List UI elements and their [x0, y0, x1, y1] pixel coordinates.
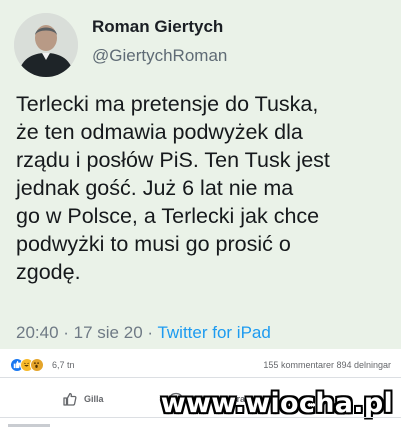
tweet-text-line: go w Polsce, a Terlecki jak chce	[16, 204, 320, 228]
comment-strip	[0, 417, 401, 427]
site-watermark: www.wiocha.pl	[160, 388, 393, 419]
reaction-count[interactable]: 6,7 tn	[52, 360, 75, 370]
tweet-text-line: Terlecki ma pretensje do Tuska,	[16, 92, 319, 116]
tweet-card: Roman Giertych @GiertychRoman Terlecki m…	[0, 0, 401, 349]
author-name[interactable]: Roman Giertych	[92, 17, 223, 37]
tweet-text-line: rządu i posłów PiS. Ten Tusk jest	[16, 148, 330, 172]
tweet-timestamp[interactable]: 20:40 · 17 sie 20 ·	[16, 323, 157, 342]
tweet-text-line: podwyżki to musi go prosić o	[16, 232, 291, 256]
like-button[interactable]: Gilla	[62, 389, 104, 409]
post-stats[interactable]: 155 kommentarer 894 delningar	[263, 360, 391, 370]
tweet-text-line: zgodę.	[16, 260, 81, 284]
author-handle[interactable]: @GiertychRoman	[92, 46, 227, 66]
reaction-icons[interactable]	[10, 358, 50, 372]
reactions-bar: 6,7 tn 155 kommentarer 894 delningar	[0, 352, 401, 378]
tweet-source[interactable]: Twitter for iPad	[157, 323, 270, 342]
tweet-text: Terlecki ma pretensje do Tuska, że ten o…	[16, 90, 396, 286]
tweet-text-line: jednak gość. Już 6 lat nie ma	[16, 176, 294, 200]
wow-icon	[30, 358, 44, 372]
thumbs-up-icon	[63, 392, 77, 406]
like-label: Gilla	[84, 394, 104, 404]
avatar[interactable]	[14, 13, 78, 77]
tweet-meta: 20:40 · 17 sie 20 · Twitter for iPad	[16, 323, 271, 343]
tweet-text-line: że ten odmawia podwyżek dla	[16, 120, 303, 144]
